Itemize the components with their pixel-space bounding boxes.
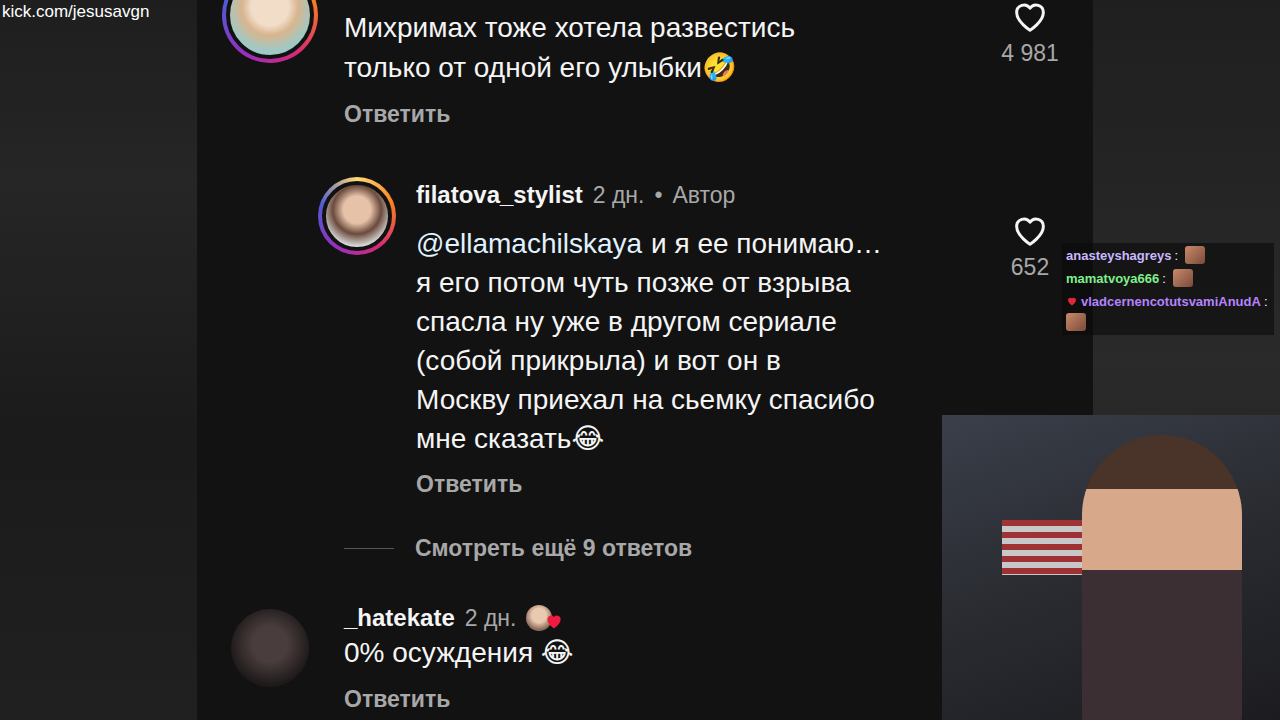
mention[interactable]: @ellamachilskaya — [416, 228, 642, 259]
like-control: 4 981 — [985, 0, 1075, 128]
heart-icon[interactable] — [1010, 0, 1050, 36]
stream-screen: Михримах тоже хотела развестисьтолько от… — [0, 0, 1280, 720]
comment-text: мне сказать😂 — [416, 419, 985, 458]
chat-separator: : — [1175, 248, 1179, 263]
chat-separator: : — [1162, 271, 1166, 286]
emote — [1066, 313, 1086, 331]
heart-badge-icon — [1066, 295, 1078, 307]
chat-username[interactable]: vladcernencotutsvamiAnudA — [1081, 294, 1261, 309]
chat-message: anasteyshagreys: — [1066, 245, 1270, 265]
heart-icon[interactable] — [1010, 210, 1050, 250]
chat-username[interactable]: mamatvoya666 — [1066, 271, 1159, 286]
reply-button[interactable]: Ответить — [344, 100, 985, 128]
author-label: Автор — [673, 182, 736, 209]
stream-url: kick.com/jesusavgn — [2, 2, 149, 22]
username[interactable]: filatova_stylist — [416, 181, 583, 209]
chat-message: mamatvoya666: — [1066, 268, 1270, 288]
avatar[interactable] — [318, 177, 396, 255]
heart-icon — [544, 611, 564, 631]
emote — [1185, 246, 1205, 264]
background-left — [0, 0, 197, 720]
comment-text: спасла ну уже в другом сериале — [416, 302, 985, 341]
reply-button[interactable]: Ответить — [416, 470, 985, 498]
username[interactable]: _hatekate — [344, 604, 455, 632]
comment-text: Михримах тоже хотела развестись — [344, 8, 985, 48]
comment-text: (собой прикрыла) и вот он в — [416, 341, 985, 380]
comment-text: я его потом чуть позже от взрыва — [416, 263, 985, 302]
emote — [1173, 269, 1193, 287]
comment-time: 2 дн. — [593, 182, 645, 209]
like-count: 652 — [1011, 254, 1049, 281]
webcam-video — [942, 415, 1280, 720]
avatar[interactable] — [231, 609, 309, 687]
avatar[interactable] — [222, 0, 318, 63]
chat-overlay: anasteyshagreys:mamatvoya666:vladcernenc… — [1062, 243, 1274, 335]
comment-text: только от одной его улыбки🤣 — [344, 48, 985, 88]
comment-time: 2 дн. — [465, 605, 517, 632]
chat-message: vladcernencotutsvamiAnudA: — [1066, 291, 1270, 331]
chat-username[interactable]: anasteyshagreys — [1066, 248, 1172, 263]
chat-separator: : — [1264, 294, 1268, 309]
comment-text: Москву приехал на сьемку спасибо — [416, 380, 985, 419]
separator: • — [654, 182, 662, 209]
author-liked-badge — [526, 603, 566, 633]
like-count: 4 981 — [1001, 40, 1059, 67]
comment-text: @ellamachilskayaи я ее понимаю… — [416, 224, 985, 263]
comment-header: filatova_stylist 2 дн. • Автор — [416, 180, 985, 210]
